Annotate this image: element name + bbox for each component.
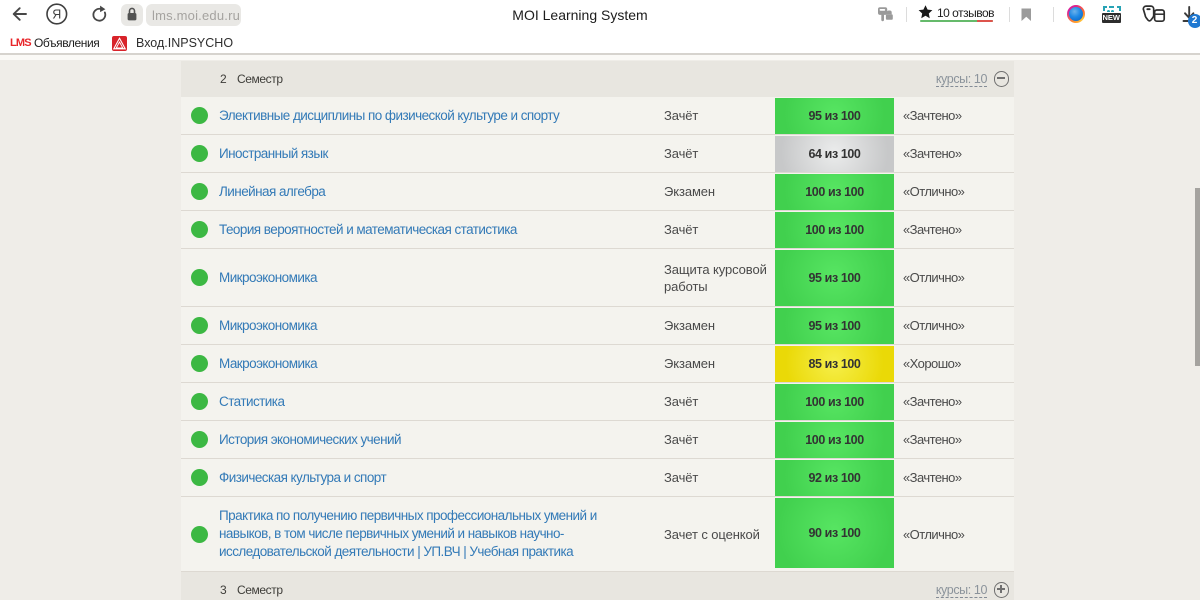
svg-text:Я: Я bbox=[52, 8, 61, 22]
